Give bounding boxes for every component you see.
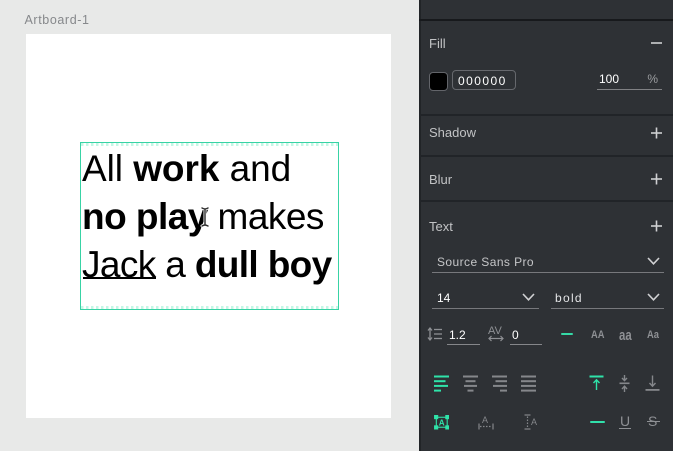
- svg-text:A: A: [531, 417, 537, 427]
- svg-text:A: A: [482, 415, 488, 425]
- svg-text:AV: AV: [488, 325, 503, 337]
- svg-text:A: A: [438, 419, 444, 428]
